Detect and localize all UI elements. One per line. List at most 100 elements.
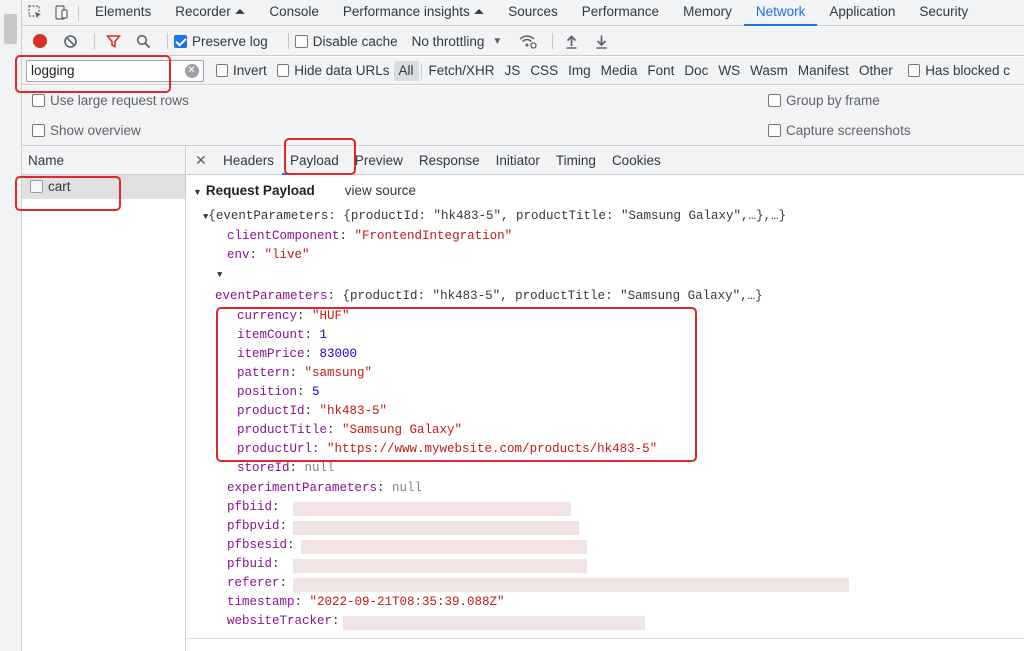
filter-type-wasm[interactable]: Wasm xyxy=(745,61,793,81)
view-source-link[interactable]: view source xyxy=(345,183,416,198)
tab-memory[interactable]: Memory xyxy=(671,0,744,26)
json-key: currency xyxy=(237,309,298,323)
json-summary: {productId: "hk483-5", productTitle: "Sa… xyxy=(342,289,763,303)
filter-type-css[interactable]: CSS xyxy=(525,61,563,81)
payload-line[interactable]: eventParameters: {productId: "hk483-5", … xyxy=(215,289,763,303)
hide-data-urls-label: Hide data URLs xyxy=(294,63,390,78)
payload-line: itemCount: 1 xyxy=(237,328,328,342)
large-rows-checkbox[interactable] xyxy=(32,94,45,107)
payload-line: websiteTracker: xyxy=(227,614,340,628)
tab-timing[interactable]: Timing xyxy=(548,147,604,175)
capture-screenshots-label: Capture screenshots xyxy=(786,123,911,138)
show-overview-checkbox[interactable] xyxy=(32,124,45,137)
request-row[interactable]: cart xyxy=(22,175,185,199)
redacted-value xyxy=(293,578,849,592)
toolbar-separator xyxy=(287,33,289,49)
tab-elements[interactable]: Elements xyxy=(83,0,163,26)
request-payload-header[interactable]: ▼ Request Payload view source xyxy=(193,183,416,198)
request-detail-panel: ✕ Headers Payload Preview Response Initi… xyxy=(187,147,1024,651)
tab-response[interactable]: Response xyxy=(411,147,488,175)
filter-input[interactable] xyxy=(27,60,187,81)
filter-type-img[interactable]: Img xyxy=(563,61,596,81)
redacted-value xyxy=(301,540,587,554)
left-scrollbar[interactable] xyxy=(0,0,22,651)
tab-initiator[interactable]: Initiator xyxy=(488,147,548,175)
json-key: env xyxy=(227,248,250,262)
large-rows-label: Use large request rows xyxy=(50,93,189,108)
payload-line: timestamp: "2022-09-21T08:35:39.088Z" xyxy=(227,595,505,609)
name-column-header[interactable]: Name xyxy=(22,147,185,175)
payload-line: pfbuid: xyxy=(227,557,280,571)
filter-type-doc[interactable]: Doc xyxy=(679,61,713,81)
clear-filter-icon[interactable]: ✕ xyxy=(184,63,199,78)
payload-line: pfbpvid: xyxy=(227,519,288,533)
json-key: pfbpvid xyxy=(227,519,280,533)
inspect-element-icon[interactable] xyxy=(22,0,48,26)
tab-preview[interactable]: Preview xyxy=(347,147,411,175)
payload-root-line[interactable]: ▼{eventParameters: {productId: "hk483-5"… xyxy=(203,209,786,223)
search-button[interactable] xyxy=(131,29,155,53)
capture-screenshots-checkbox[interactable] xyxy=(768,124,781,137)
json-key: pfbuid xyxy=(227,557,273,571)
payload-line: storeId: null xyxy=(237,461,335,475)
throttling-select[interactable]: No throttling xyxy=(412,34,485,49)
json-key: eventParameters xyxy=(215,289,328,303)
filter-type-ws[interactable]: WS xyxy=(713,61,745,81)
has-blocked-cookies-checkbox[interactable] xyxy=(907,64,921,77)
tab-recorder[interactable]: Recorder ⏶ xyxy=(163,0,257,26)
expand-toggle[interactable]: ▼ xyxy=(217,267,222,281)
json-key: pfbiid xyxy=(227,500,273,514)
tab-payload[interactable]: Payload xyxy=(282,147,347,175)
scroll-thumb[interactable] xyxy=(4,14,17,44)
group-by-frame-checkbox[interactable] xyxy=(768,94,781,107)
upload-icon xyxy=(566,34,577,49)
filter-type-other[interactable]: Other xyxy=(854,61,898,81)
export-har-button[interactable] xyxy=(589,29,613,53)
import-har-button[interactable] xyxy=(559,29,583,53)
invert-checkbox[interactable] xyxy=(215,64,228,77)
tab-security[interactable]: Security xyxy=(907,0,980,26)
tab-console[interactable]: Console xyxy=(257,0,331,26)
filter-type-media[interactable]: Media xyxy=(596,61,643,81)
toolbar-separator xyxy=(552,33,554,49)
filter-type-js[interactable]: JS xyxy=(500,61,526,81)
disable-cache-checkbox[interactable] xyxy=(294,34,308,48)
record-button[interactable] xyxy=(28,29,52,53)
tabbar-separator xyxy=(78,4,79,21)
chevron-down-icon[interactable]: ▼ xyxy=(492,36,502,47)
tab-network[interactable]: Network xyxy=(743,0,818,26)
tab-sources[interactable]: Sources xyxy=(496,0,570,26)
download-icon xyxy=(596,35,607,49)
device-toolbar-icon[interactable] xyxy=(48,0,74,26)
tab-cookies[interactable]: Cookies xyxy=(604,147,669,175)
tab-performance-insights[interactable]: Performance insights ⏶ xyxy=(331,0,496,26)
tab-application[interactable]: Application xyxy=(817,0,907,26)
json-value: "live" xyxy=(264,248,310,262)
toolbar-separator xyxy=(167,33,168,49)
record-icon xyxy=(33,34,47,48)
payload-line: position: 5 xyxy=(237,385,320,399)
json-key: itemCount xyxy=(237,328,305,342)
tab-performance[interactable]: Performance xyxy=(570,0,671,26)
options-row-2: Show overview Capture screenshots xyxy=(22,116,1024,146)
filter-type-font[interactable]: Font xyxy=(642,61,679,81)
close-icon[interactable]: ✕ xyxy=(195,152,215,169)
block-icon xyxy=(63,34,77,48)
filter-button[interactable] xyxy=(101,29,125,53)
clear-button[interactable] xyxy=(58,29,82,53)
preserve-log-checkbox[interactable] xyxy=(174,34,187,48)
network-conditions-button[interactable] xyxy=(516,29,540,53)
json-key: clientComponent xyxy=(227,229,340,243)
json-value: 1 xyxy=(319,328,328,342)
filter-type-all[interactable]: All xyxy=(393,60,419,81)
network-toolbar: Preserve log Disable cache No throttling… xyxy=(22,27,1024,56)
filter-type-fetch-xhr[interactable]: Fetch/XHR xyxy=(424,61,500,81)
tab-headers[interactable]: Headers xyxy=(215,147,282,175)
filter-type-manifest[interactable]: Manifest xyxy=(793,61,854,81)
json-value: "2022-09-21T08:35:39.088Z" xyxy=(309,595,505,609)
hide-data-urls-checkbox[interactable] xyxy=(276,64,290,77)
search-icon xyxy=(136,34,150,48)
redacted-value xyxy=(293,502,571,516)
devtools-tabbar: Elements Recorder ⏶ Console Performance … xyxy=(22,0,1024,26)
json-key: position xyxy=(237,385,298,399)
